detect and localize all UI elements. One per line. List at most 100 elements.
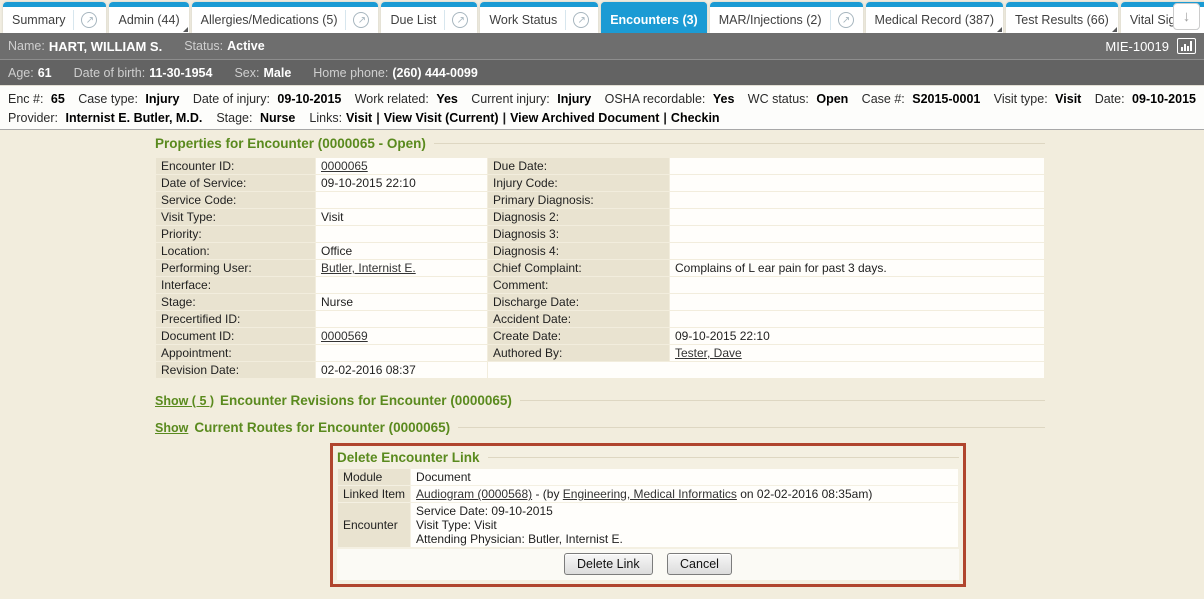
property-label: Encounter ID: bbox=[156, 158, 315, 174]
external-link-icon[interactable]: ↗ bbox=[353, 12, 369, 28]
show-routes-link[interactable]: Show bbox=[155, 421, 188, 435]
revisions-title: Encounter Revisions for Encounter (00000… bbox=[220, 393, 512, 408]
tab-summary[interactable]: Summary↗ bbox=[3, 2, 106, 33]
show-revisions-link[interactable]: Show ( 5 ) bbox=[155, 394, 214, 408]
property-value bbox=[670, 277, 1044, 293]
tab-body: Encounters (3) bbox=[601, 7, 707, 33]
property-label: Visit Type: bbox=[156, 209, 315, 225]
tab-body: Due List↗ bbox=[381, 7, 477, 33]
property-label: Precertified ID: bbox=[156, 311, 315, 327]
property-label: Appointment: bbox=[156, 345, 315, 361]
encounter-field-provider: Provider: Internist E. Butler, M.D. bbox=[8, 111, 202, 125]
property-value: 0000569 bbox=[316, 328, 487, 344]
linked-user-link[interactable]: Engineering, Medical Informatics bbox=[563, 487, 737, 501]
encounter-field-case: Case #: S2015-0001 bbox=[862, 92, 981, 106]
property-value bbox=[316, 311, 487, 327]
field-label: Sex: bbox=[234, 66, 259, 80]
linked-item-text: - (by bbox=[532, 487, 563, 501]
property-value bbox=[670, 158, 1044, 174]
external-link-icon[interactable]: ↗ bbox=[81, 12, 97, 28]
tab-allergies-medications-5[interactable]: Allergies/Medications (5) ↗ bbox=[192, 2, 379, 33]
patient-name: HART, WILLIAM S. bbox=[49, 39, 162, 54]
tab-medical-record-387[interactable]: Medical Record (387) bbox=[866, 2, 1004, 33]
tab-due-list[interactable]: Due List↗ bbox=[381, 2, 477, 33]
encounter-row: Encounter Service Date: 09-10-2015Visit … bbox=[338, 503, 958, 547]
tab-scroll-down-button[interactable]: ↓ bbox=[1173, 3, 1200, 30]
property-label: Diagnosis 3: bbox=[488, 226, 669, 242]
field-value: (260) 444-0099 bbox=[392, 66, 477, 80]
property-label: Date of Service: bbox=[156, 175, 315, 191]
encounter-field-date-of-injury: Date of injury: 09-10-2015 bbox=[193, 92, 342, 106]
field-value: Injury bbox=[557, 92, 591, 106]
cancel-button[interactable]: Cancel bbox=[667, 553, 732, 575]
property-value-link[interactable]: 0000569 bbox=[321, 329, 368, 343]
tab-label: Admin (44) bbox=[118, 13, 179, 27]
property-value-link[interactable]: 0000065 bbox=[321, 159, 368, 173]
property-value: Butler, Internist E. bbox=[316, 260, 487, 276]
property-value: 0000065 bbox=[316, 158, 487, 174]
field-label: Date: bbox=[1095, 92, 1128, 106]
property-value: Tester, Dave bbox=[670, 345, 1044, 361]
field-value: S2015-0001 bbox=[912, 92, 980, 106]
field-value: Nurse bbox=[260, 111, 295, 125]
property-label: Location: bbox=[156, 243, 315, 259]
patient-status-field: Status: Active bbox=[184, 39, 264, 53]
property-value: Complains of L ear pain for past 3 days. bbox=[670, 260, 1044, 276]
property-value: Visit bbox=[316, 209, 487, 225]
tab-body: Medical Record (387) bbox=[866, 7, 1004, 33]
encounter-info-strip: Enc #: 65Case type: InjuryDate of injury… bbox=[0, 85, 1204, 130]
field-value: Injury bbox=[145, 92, 179, 106]
tab-label: Work Status bbox=[489, 13, 557, 27]
dropdown-corner-icon bbox=[997, 27, 1002, 32]
encounter-link-visit[interactable]: Visit bbox=[346, 111, 372, 125]
link-separator: | bbox=[503, 111, 507, 125]
tab-mar-injections-2[interactable]: MAR/Injections (2)↗ bbox=[710, 2, 863, 33]
linked-item-row: Linked Item Audiogram (0000568) - (by En… bbox=[338, 486, 958, 502]
property-value bbox=[488, 362, 1044, 378]
encounter-content: Properties for Encounter (0000065 - Open… bbox=[155, 136, 1045, 599]
encounter-field-visit-type: Visit type: Visit bbox=[994, 92, 1082, 106]
property-label: Due Date: bbox=[488, 158, 669, 174]
tab-test-results-66[interactable]: Test Results (66) bbox=[1006, 2, 1118, 33]
property-label: Comment: bbox=[488, 277, 669, 293]
table-row: Location:OfficeDiagnosis 4: bbox=[156, 243, 1044, 259]
field-label: WC status: bbox=[748, 92, 813, 106]
routes-heading: Show Current Routes for Encounter (00000… bbox=[155, 420, 1045, 435]
demographics-bar: Age:61Date of birth:11-30-1954Sex:MaleHo… bbox=[0, 59, 1204, 85]
property-value-link[interactable]: Butler, Internist E. bbox=[321, 261, 416, 275]
delete-link-button[interactable]: Delete Link bbox=[564, 553, 653, 575]
chart-tab-bar: Summary↗ Admin (44) Allergies/Medications … bbox=[0, 0, 1204, 33]
field-label: Case type: bbox=[78, 92, 141, 106]
chart-icon[interactable] bbox=[1177, 38, 1196, 54]
tab-label: Allergies/Medications (5) bbox=[201, 13, 338, 27]
property-label: Service Code: bbox=[156, 192, 315, 208]
tab-admin-44[interactable]: Admin (44) bbox=[109, 2, 188, 33]
tab-label: Medical Record (387) bbox=[875, 13, 995, 27]
encounter-link-view-visit-current[interactable]: View Visit (Current) bbox=[384, 111, 499, 125]
field-label: Provider: bbox=[8, 111, 62, 125]
field-value: Male bbox=[263, 66, 291, 80]
field-label: Date of injury: bbox=[193, 92, 274, 106]
encounter-link-checkin[interactable]: Checkin bbox=[671, 111, 720, 125]
tab-body: Summary↗ bbox=[3, 7, 106, 33]
tab-divider bbox=[73, 10, 74, 30]
delete-dialog-heading: Delete Encounter Link bbox=[337, 450, 959, 465]
property-label: Priority: bbox=[156, 226, 315, 242]
property-value bbox=[316, 277, 487, 293]
tab-work-status[interactable]: Work Status ↗ bbox=[480, 2, 598, 33]
table-row: Precertified ID: Accident Date: bbox=[156, 311, 1044, 327]
properties-title: Properties for Encounter (0000065 - Open… bbox=[155, 136, 426, 151]
linked-document-link[interactable]: Audiogram (0000568) bbox=[416, 487, 532, 501]
property-label: Stage: bbox=[156, 294, 315, 310]
property-value-link[interactable]: Tester, Dave bbox=[675, 346, 742, 360]
property-label: Accident Date: bbox=[488, 311, 669, 327]
delete-dialog-title: Delete Encounter Link bbox=[337, 450, 480, 465]
encounter-link-view-archived-document[interactable]: View Archived Document bbox=[510, 111, 659, 125]
tab-encounters-3[interactable]: Encounters (3) bbox=[601, 2, 707, 33]
demographic-field: Sex: Male bbox=[234, 66, 291, 80]
external-link-icon[interactable]: ↗ bbox=[452, 12, 468, 28]
table-row: Visit Type:VisitDiagnosis 2: bbox=[156, 209, 1044, 225]
external-link-icon[interactable]: ↗ bbox=[838, 12, 854, 28]
tab-label: Test Results (66) bbox=[1015, 13, 1109, 27]
external-link-icon[interactable]: ↗ bbox=[573, 12, 589, 28]
